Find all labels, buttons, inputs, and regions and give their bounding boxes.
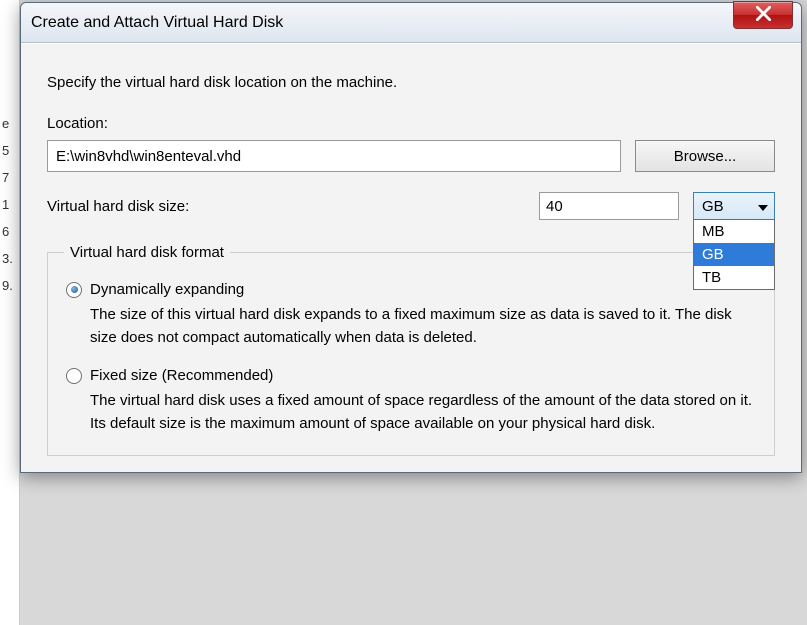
close-button[interactable] — [733, 1, 793, 29]
radio-dynamic-label[interactable]: Dynamically expanding — [90, 281, 244, 298]
titlebar[interactable]: Create and Attach Virtual Hard Disk — [21, 3, 801, 43]
size-unit-select[interactable]: GB — [693, 192, 775, 220]
radio-fixed[interactable] — [66, 368, 82, 384]
fixed-description: The virtual hard disk uses a fixed amoun… — [90, 390, 758, 435]
radio-dynamic[interactable] — [66, 282, 82, 298]
dynamic-description: The size of this virtual hard disk expan… — [90, 304, 758, 349]
location-label: Location: — [47, 115, 775, 132]
format-fieldset: Virtual hard disk format Dynamically exp… — [47, 244, 775, 456]
chevron-down-icon — [758, 198, 768, 215]
background-left-strip: e 5 7 1 6 3. 9. — [0, 0, 20, 625]
window-title: Create and Attach Virtual Hard Disk — [31, 14, 283, 32]
unit-option-gb[interactable]: GB — [694, 243, 774, 266]
unit-option-tb[interactable]: TB — [694, 266, 774, 289]
size-unit-dropdown: MB GB TB — [693, 219, 775, 290]
instruction-text: Specify the virtual hard disk location o… — [47, 74, 775, 91]
location-input[interactable] — [47, 140, 621, 172]
size-input[interactable] — [539, 192, 679, 220]
close-icon — [756, 6, 771, 25]
unit-option-mb[interactable]: MB — [694, 220, 774, 243]
format-legend: Virtual hard disk format — [64, 244, 230, 261]
dialog-content: Specify the virtual hard disk location o… — [21, 43, 801, 472]
radio-fixed-label[interactable]: Fixed size (Recommended) — [90, 367, 273, 384]
size-label: Virtual hard disk size: — [47, 198, 525, 215]
create-vhd-dialog: Create and Attach Virtual Hard Disk Spec… — [20, 2, 802, 473]
size-unit-selected: GB — [702, 198, 724, 215]
browse-button[interactable]: Browse... — [635, 140, 775, 172]
